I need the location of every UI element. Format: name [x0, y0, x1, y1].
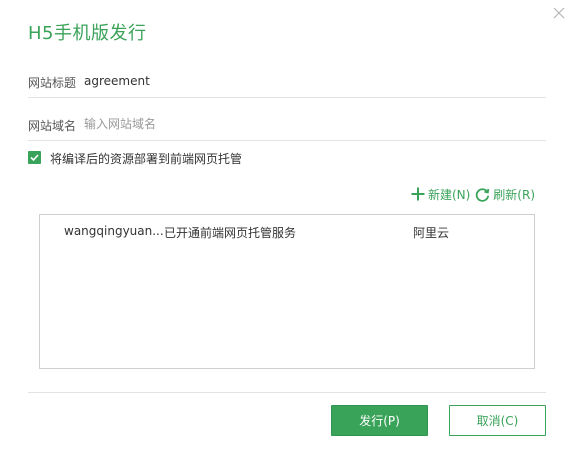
dialog-title: H5手机版发行 — [28, 23, 147, 44]
site-domain-row: 网站域名 — [28, 111, 546, 141]
close-button[interactable] — [551, 5, 567, 21]
footer-divider — [28, 392, 546, 393]
hosting-provider: 阿里云 — [413, 226, 450, 240]
cancel-button[interactable]: 取消(C) — [449, 405, 546, 436]
hosting-name: wangqingyuan... — [64, 224, 164, 238]
close-icon — [553, 7, 565, 19]
plus-icon — [411, 187, 425, 201]
site-title-underline — [28, 97, 546, 98]
site-title-label: 网站标题 — [28, 76, 77, 90]
deploy-checkbox[interactable] — [28, 151, 41, 164]
list-item[interactable]: wangqingyuan... 已开通前端网页托管服务 阿里云 — [40, 223, 534, 241]
site-title-input[interactable] — [84, 74, 514, 88]
site-domain-input[interactable] — [84, 117, 514, 131]
publish-button[interactable]: 发行(P) — [331, 405, 428, 436]
publish-dialog: H5手机版发行 网站标题 网站域名 将编译后的资源部署到前端网页托管 新 — [0, 0, 585, 450]
deploy-checkbox-label: 将编译后的资源部署到前端网页托管 — [50, 152, 243, 166]
refresh-button[interactable]: 刷新(R) — [474, 186, 535, 203]
site-title-row: 网站标题 — [28, 68, 546, 98]
hosting-status: 已开通前端网页托管服务 — [164, 226, 297, 240]
new-button-label: 新建(N) — [427, 187, 471, 202]
new-button[interactable]: 新建(N) — [410, 186, 470, 203]
site-domain-label: 网站域名 — [28, 119, 77, 133]
hosting-list: wangqingyuan... 已开通前端网页托管服务 阿里云 — [39, 214, 535, 369]
hosting-toolbar: 新建(N) 刷新(R) — [410, 185, 535, 203]
refresh-button-label: 刷新(R) — [493, 187, 535, 202]
site-domain-underline — [28, 140, 546, 141]
check-icon — [30, 154, 39, 162]
refresh-icon — [476, 187, 490, 202]
